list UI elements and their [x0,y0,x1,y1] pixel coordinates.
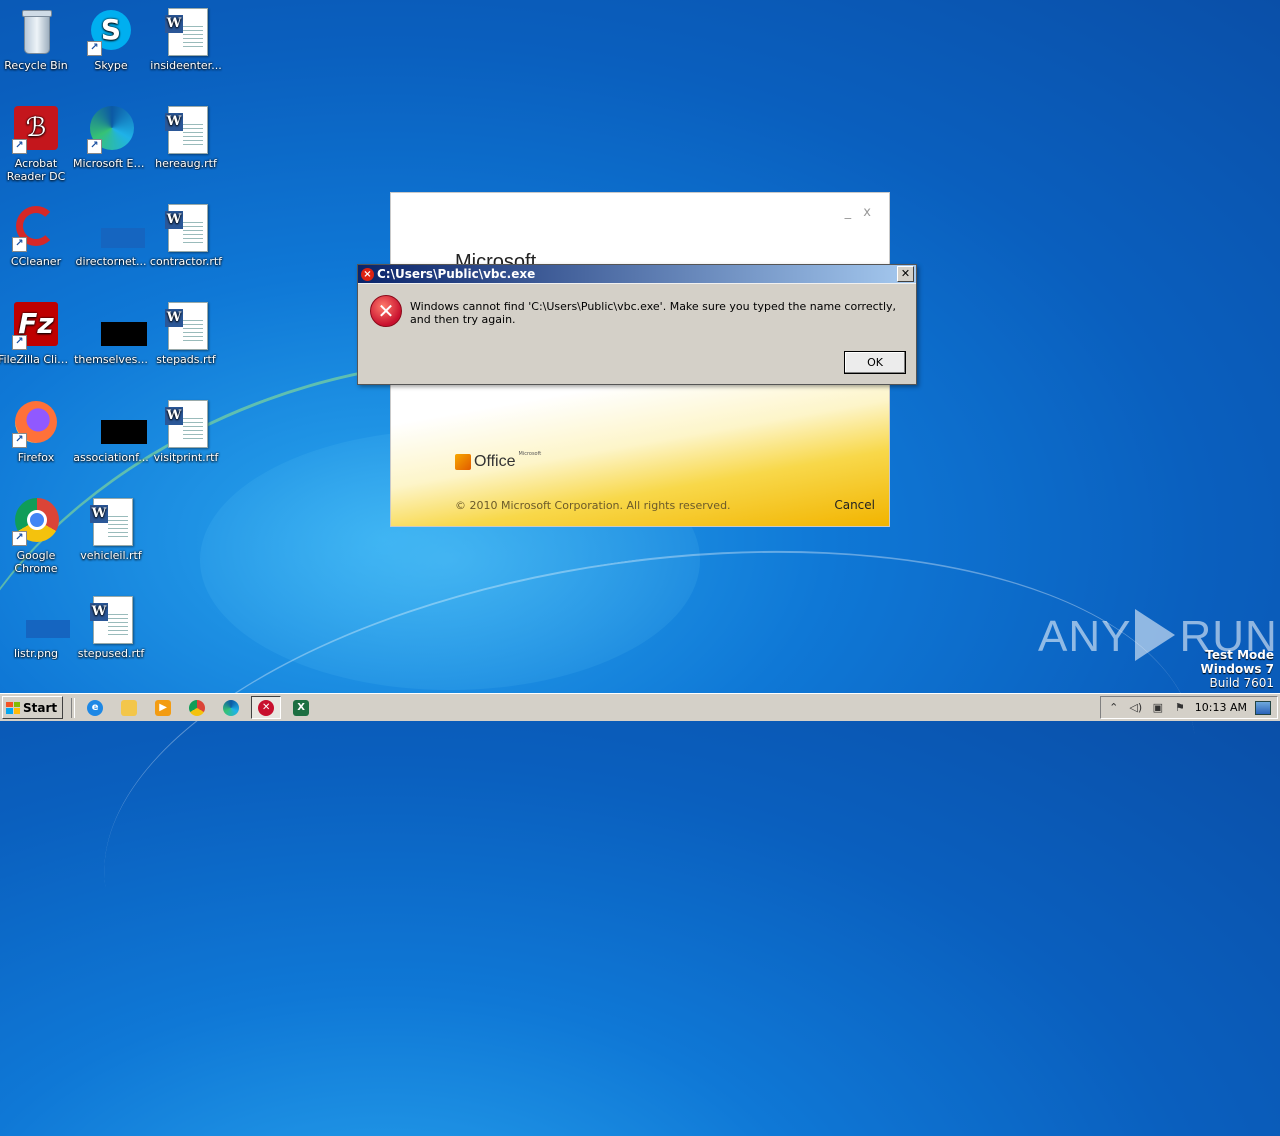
taskbar-media-player[interactable]: ▶ [149,697,177,718]
system-tray: ⌃ ◁) ▣ ⚑ 10:13 AM [1099,696,1278,719]
error-small-icon: × [361,267,374,281]
volume-icon[interactable]: ◁) [1129,701,1143,715]
desktop-icon-edge[interactable]: ↗ Microsoft Edge [73,106,149,170]
desktop-icon-stepused-rtf[interactable]: W stepused.rtf [73,596,149,660]
network-icon[interactable]: ▣ [1151,701,1165,715]
acrobat-icon: ℬ ↗ [12,106,60,154]
watermark-left: ANY [1038,612,1132,661]
media-player-icon: ▶ [155,699,172,716]
error-dialog-body: ✕ Windows cannot find 'C:\Users\Public\v… [358,284,916,384]
start-button[interactable]: Start [2,696,64,719]
flag-icon[interactable]: ⚑ [1173,701,1187,715]
desktop-icon-firefox[interactable]: ↗ Firefox [0,400,74,464]
firefox-icon: ↗ [12,400,60,448]
internet-explorer-icon: e [87,699,104,716]
chevron-up-icon[interactable]: ⌃ [1107,701,1121,715]
file-icon [87,204,145,252]
desktop-icon-associationf[interactable]: associationf... [73,400,149,464]
taskbar-separator [71,697,76,718]
splash-window-controls[interactable]: _ x [845,205,875,220]
test-mode-line2: Windows 7 [1200,662,1274,676]
test-mode-notice: Test Mode Windows 7 Build 7601 [1201,648,1274,690]
word-document-icon: W [162,204,210,252]
desktop-icon-ccleaner[interactable]: ↗ CCleaner [0,204,74,268]
chrome-icon: ↗ [12,498,60,546]
desktop-icon-vehicleil-rtf[interactable]: W vehicleil.rtf [73,498,149,562]
wallpaper-streak [70,485,1230,1136]
show-desktop-button[interactable] [1255,700,1271,715]
taskbar: Start e ▶ ✕ X ⌃ ◁) ▣ ⚑ 10:13 AM [0,693,1280,721]
taskbar-edge[interactable] [217,697,245,718]
desktop-icon-directornet[interactable]: directornet... [73,204,149,268]
excel-icon: X [293,699,310,716]
office-logo-small-text: Microsoft [518,451,542,457]
desktop-icon-filezilla[interactable]: Fz ↗ FileZilla Client [0,302,74,366]
error-icon: ✕ [258,699,275,716]
play-icon [1135,609,1176,662]
office-logo-icon [455,454,471,470]
desktop-icon-hereaug-rtf[interactable]: W hereaug.rtf [148,106,224,170]
word-document-icon: W [162,400,210,448]
desktop-icon-themselves[interactable]: themselves... [73,302,149,366]
folder-icon [121,699,138,716]
desktop-icon-stepads-rtf[interactable]: W stepads.rtf [148,302,224,366]
file-icon [87,400,147,448]
desktop-icon-visitprint-rtf[interactable]: W visitprint.rtf [148,400,224,464]
word-document-icon: W [87,498,135,546]
word-document-icon: W [87,596,135,644]
start-label: Start [23,700,58,715]
taskbar-chrome[interactable] [183,697,211,718]
ok-button[interactable]: OK [844,351,906,374]
word-document-icon: W [162,106,210,154]
skype-icon: S ↗ [87,8,135,56]
office-logo-text: Office [474,453,516,470]
taskbar-explorer[interactable] [115,697,143,718]
desktop-icon-recycle-bin[interactable]: Recycle Bin [0,8,74,72]
taskbar-excel[interactable]: X [287,697,315,718]
error-message: Windows cannot find 'C:\Users\Public\vbc… [410,300,897,326]
windows-logo-icon [6,701,20,714]
error-icon: ✕ [370,295,402,327]
word-document-icon: W [162,8,210,56]
ccleaner-icon: ↗ [12,204,60,252]
desktop-icon-listr-png[interactable]: listr.png [0,596,74,660]
desktop-icon-acrobat[interactable]: ℬ ↗ Acrobat Reader DC [0,106,74,183]
edge-icon: ↗ [87,106,135,154]
clock[interactable]: 10:13 AM [1195,701,1247,714]
recycle-bin-icon [12,8,60,56]
image-file-icon [12,596,70,644]
close-button[interactable]: ✕ [897,266,914,282]
splash-cancel-button[interactable]: Cancel [834,498,875,512]
word-document-icon: W [162,302,210,350]
error-dialog: × C:\Users\Public\vbc.exe ✕ ✕ Windows ca… [357,264,917,385]
desktop-icon-insideenter[interactable]: W insideenter... [148,8,224,72]
test-mode-line3: Build 7601 [1209,676,1274,690]
chrome-icon [189,699,206,716]
error-dialog-titlebar[interactable]: × C:\Users\Public\vbc.exe ✕ [358,265,916,283]
edge-icon [223,699,240,716]
test-mode-line1: Test Mode [1205,648,1274,662]
taskbar-ie[interactable]: e [81,697,109,718]
error-dialog-title: C:\Users\Public\vbc.exe [377,267,536,281]
file-icon [87,302,147,350]
desktop-icon-skype[interactable]: S ↗ Skype [73,8,149,72]
filezilla-icon: Fz ↗ [12,302,60,350]
desktop-icon-contractor-rtf[interactable]: W contractor.rtf [148,204,224,268]
desktop-icon-chrome[interactable]: ↗ Google Chrome [0,498,74,575]
taskbar-error-window[interactable]: ✕ [251,696,282,719]
office-logo: Office Microsoft [455,451,542,471]
splash-copyright: © 2010 Microsoft Corporation. All rights… [455,499,731,512]
